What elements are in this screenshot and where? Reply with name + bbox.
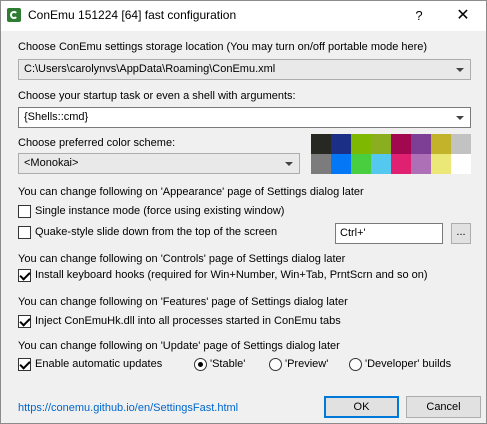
ok-button[interactable]: OK — [324, 396, 399, 418]
single-instance-label: Single instance mode (force using existi… — [35, 205, 285, 217]
color-swatch — [351, 154, 371, 174]
keyboard-hooks-label: Install keyboard hooks (required for Win… — [35, 269, 428, 281]
appearance-section-label: You can change following on 'Appearance'… — [18, 186, 364, 198]
quake-hotkey-value: Ctrl+' — [340, 227, 366, 239]
color-swatch — [431, 154, 451, 174]
color-swatch — [451, 154, 471, 174]
color-swatch — [391, 134, 411, 154]
preview-channel-radio[interactable] — [269, 358, 282, 371]
close-button[interactable]: ✕ — [446, 3, 480, 29]
color-scheme-label: Choose preferred color scheme: — [18, 137, 176, 149]
color-swatch — [331, 154, 351, 174]
dialog-body: Choose ConEmu settings storage location … — [1, 31, 486, 423]
color-swatch — [351, 134, 371, 154]
color-swatch — [311, 154, 331, 174]
quake-hotkey-field[interactable]: Ctrl+' — [335, 223, 443, 244]
chevron-down-icon — [456, 68, 464, 72]
quake-style-label: Quake-style slide down from the top of t… — [35, 226, 278, 238]
settings-help-link[interactable]: https://conemu.github.io/en/SettingsFast… — [18, 402, 238, 414]
stable-channel-label: 'Stable' — [210, 358, 246, 370]
title-bar: ConEmu 151224 [64] fast configuration ? … — [1, 1, 486, 31]
color-swatch — [451, 134, 471, 154]
developer-channel-radio[interactable] — [349, 358, 362, 371]
startup-task-combobox[interactable]: {Shells::cmd} — [18, 107, 471, 128]
color-scheme-dropdown[interactable]: <Monokai> — [18, 153, 300, 174]
quake-style-checkbox[interactable] — [18, 226, 31, 239]
color-swatch — [311, 134, 331, 154]
update-section-label: You can change following on 'Update' pag… — [18, 340, 340, 352]
keyboard-hooks-checkbox[interactable] — [18, 269, 31, 282]
conemu-app-icon — [7, 8, 21, 22]
features-section-label: You can change following on 'Features' p… — [18, 296, 348, 308]
fast-configuration-dialog: ConEmu 151224 [64] fast configuration ? … — [0, 0, 487, 424]
auto-update-label: Enable automatic updates — [35, 358, 163, 370]
startup-task-label: Choose your startup task or even a shell… — [18, 90, 296, 102]
cancel-button[interactable]: Cancel — [406, 396, 481, 418]
window-title: ConEmu 151224 [64] fast configuration — [28, 8, 237, 22]
preview-channel-label: 'Preview' — [285, 358, 329, 370]
single-instance-checkbox[interactable] — [18, 205, 31, 218]
storage-location-value: C:\Users\carolynvs\AppData\Roaming\ConEm… — [24, 63, 276, 75]
developer-channel-label: 'Developer' builds — [365, 358, 452, 370]
color-swatch — [371, 134, 391, 154]
chevron-down-icon — [456, 116, 464, 120]
startup-task-value: {Shells::cmd} — [24, 111, 89, 123]
color-swatch — [431, 134, 451, 154]
storage-location-dropdown[interactable]: C:\Users\carolynvs\AppData\Roaming\ConEm… — [18, 59, 471, 80]
chevron-down-icon — [285, 162, 293, 166]
help-button[interactable]: ? — [406, 3, 432, 29]
color-scheme-value: <Monokai> — [24, 157, 79, 169]
inject-conemuhk-label: Inject ConEmuHk.dll into all processes s… — [35, 315, 341, 327]
color-swatch — [371, 154, 391, 174]
auto-update-checkbox[interactable] — [18, 358, 31, 371]
color-swatch — [391, 154, 411, 174]
hotkey-browse-button[interactable]: ... — [451, 223, 471, 244]
storage-location-label: Choose ConEmu settings storage location … — [18, 41, 428, 53]
controls-section-label: You can change following on 'Controls' p… — [18, 253, 346, 265]
inject-conemuhk-checkbox[interactable] — [18, 315, 31, 328]
color-palette-preview — [311, 134, 471, 174]
color-swatch — [411, 134, 431, 154]
stable-channel-radio[interactable] — [194, 358, 207, 371]
color-swatch — [331, 134, 351, 154]
color-swatch — [411, 154, 431, 174]
